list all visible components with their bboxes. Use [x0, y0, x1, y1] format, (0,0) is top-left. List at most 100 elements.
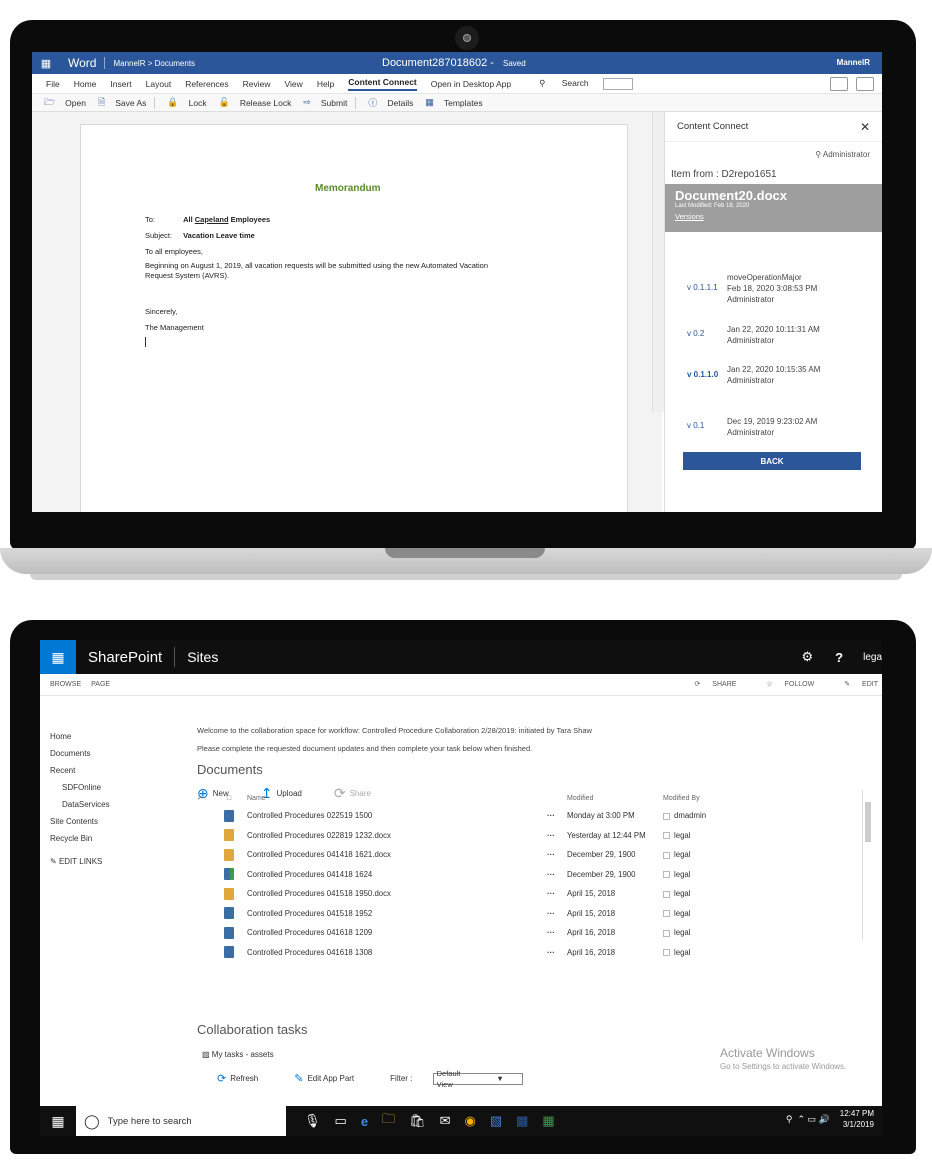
modified-by-name[interactable]: dmadmin: [674, 811, 706, 820]
table-row[interactable]: Controlled Procedures 041518 1950.docx ··…: [197, 884, 877, 904]
modified-by-name[interactable]: legal: [674, 889, 690, 898]
editing-mode-dropdown[interactable]: [602, 77, 633, 90]
release-lock-button[interactable]: 🔓 Release Lock: [213, 97, 292, 108]
open-button[interactable]: 🗁 Open: [38, 95, 86, 111]
ellipsis-menu-icon[interactable]: ···: [547, 870, 567, 879]
spreadsheet-icon[interactable]: ▦: [542, 1113, 554, 1129]
ellipsis-menu-icon[interactable]: ···: [547, 850, 567, 859]
modified-by-name[interactable]: legal: [674, 909, 690, 918]
column-modified[interactable]: Modified: [567, 795, 663, 802]
edge-icon[interactable]: e: [361, 1114, 368, 1129]
edit-app-part-button[interactable]: ✎ Edit App Part: [294, 1072, 372, 1085]
document-title[interactable]: Document287018602 - Saved: [382, 57, 526, 69]
back-button[interactable]: BACK: [683, 452, 861, 470]
tab-file[interactable]: File: [46, 79, 60, 89]
close-icon[interactable]: ✕: [860, 120, 870, 134]
share-icon[interactable]: [830, 77, 848, 91]
tab-layout[interactable]: Layout: [146, 79, 172, 89]
nav-recycle-bin[interactable]: Recycle Bin: [50, 834, 110, 843]
documents-heading[interactable]: Documents: [197, 762, 877, 777]
column-modified-by[interactable]: Modified By: [663, 795, 753, 802]
document-name-link[interactable]: Controlled Procedures 041618 1209: [247, 928, 547, 937]
task-view-icon[interactable]: ▭: [335, 1113, 347, 1129]
clock[interactable]: 12:47 PM 3/1/2019: [840, 1108, 874, 1130]
volume-icon[interactable]: 🔊: [819, 1114, 830, 1125]
store-icon[interactable]: 🛍: [409, 1113, 426, 1129]
list-scrollbar[interactable]: [862, 790, 872, 940]
document-name-link[interactable]: Controlled Procedures 022519 1500: [247, 811, 547, 820]
table-row[interactable]: Controlled Procedures 022819 1232.docx ··…: [197, 826, 877, 846]
modified-by-name[interactable]: legal: [674, 831, 690, 840]
versions-link[interactable]: Versions: [675, 212, 872, 221]
modified-by-name[interactable]: legal: [674, 928, 690, 937]
tab-view[interactable]: View: [285, 79, 303, 89]
version-label[interactable]: v 0.1.1.0: [687, 364, 727, 386]
microphone-icon[interactable]: 🎙: [304, 1113, 321, 1129]
taskbar-search[interactable]: ◯ Type here to search: [76, 1106, 286, 1136]
windows-start-icon[interactable]: ▦: [40, 1113, 76, 1130]
ellipsis-menu-icon[interactable]: ···: [547, 831, 567, 840]
tab-help[interactable]: Help: [317, 79, 334, 89]
chevron-up-icon[interactable]: ⌃: [797, 1114, 805, 1125]
network-icon[interactable]: ▭: [808, 1114, 817, 1125]
document-name-link[interactable]: Controlled Procedures 022819 1232.docx: [247, 831, 547, 840]
ellipsis-menu-icon[interactable]: ···: [547, 928, 567, 937]
search-box[interactable]: ⚲ Search: [525, 78, 589, 89]
document-scrollbar[interactable]: [652, 112, 664, 412]
document-name-link[interactable]: Controlled Procedures 041618 1308: [247, 948, 547, 957]
edit-action[interactable]: ✎ EDIT: [834, 680, 878, 688]
chrome-icon[interactable]: ◉: [464, 1113, 475, 1129]
table-row[interactable]: Controlled Procedures 041518 1952 ··· Apri…: [197, 904, 877, 924]
document-page[interactable]: Memorandum To: All Capeland Employees Su…: [80, 124, 628, 512]
version-entry[interactable]: v 0.1.1.0 Jan 22, 2020 10:15:35 AM Admin…: [687, 364, 820, 386]
column-name[interactable]: Name: [247, 795, 547, 802]
document-name-link[interactable]: Controlled Procedures 041418 1624: [247, 870, 547, 879]
nav-site-contents[interactable]: Site Contents: [50, 817, 110, 826]
nav-dataservices[interactable]: DataServices: [62, 800, 110, 809]
document-name[interactable]: Document287018602: [382, 57, 487, 69]
table-row[interactable]: Controlled Procedures 041418 1624 ··· Dece…: [197, 865, 877, 885]
lock-button[interactable]: 🔒 Lock: [161, 97, 206, 108]
nav-documents[interactable]: Documents: [50, 749, 110, 758]
version-label[interactable]: v 0.1: [687, 416, 727, 438]
document-name-link[interactable]: Controlled Procedures 041518 1952: [247, 909, 547, 918]
submit-button[interactable]: ⇨ Submit: [297, 97, 347, 108]
version-entry[interactable]: v 0.2 Jan 22, 2020 10:11:31 AM Administr…: [687, 324, 820, 346]
sharepoint-brand[interactable]: SharePoint: [88, 649, 162, 666]
follow-action[interactable]: ☆ FOLLOW: [756, 680, 814, 688]
tab-content-connect[interactable]: Content Connect: [348, 77, 417, 91]
document-name-link[interactable]: Controlled Procedures 041418 1621.docx: [247, 850, 547, 859]
app-launcher-icon[interactable]: ▦: [40, 640, 76, 674]
people-icon[interactable]: ⚲: [786, 1114, 793, 1125]
edit-links[interactable]: ✎ EDIT LINKS: [50, 857, 110, 866]
user-name[interactable]: MannelR: [837, 58, 870, 67]
tab-page[interactable]: PAGE: [91, 681, 110, 688]
table-row[interactable]: Controlled Procedures 022519 1500 ··· Mond…: [197, 806, 877, 826]
ellipsis-menu-icon[interactable]: ···: [547, 909, 567, 918]
file-explorer-icon[interactable]: 🗀: [382, 1110, 395, 1132]
help-icon[interactable]: ?: [835, 650, 843, 665]
filter-select[interactable]: Default View ▼: [432, 1069, 523, 1089]
modified-by-name[interactable]: legal: [674, 850, 690, 859]
modified-by-name[interactable]: legal: [674, 948, 690, 957]
save-as-button[interactable]: 🗎 Save As: [92, 95, 146, 111]
nav-home[interactable]: Home: [50, 732, 110, 741]
details-button[interactable]: ⓘ Details: [362, 96, 413, 109]
tab-open-desktop[interactable]: Open in Desktop App: [431, 79, 511, 89]
notepad-icon[interactable]: ▧: [490, 1113, 502, 1129]
share-action[interactable]: ⟳ SHARE: [684, 680, 736, 688]
user-name[interactable]: lega: [863, 652, 882, 663]
tab-insert[interactable]: Insert: [110, 79, 131, 89]
version-entry[interactable]: v 0.1.1.1 moveOperationMajor Feb 18, 202…: [687, 272, 817, 305]
templates-button[interactable]: ▦ Templates: [419, 97, 482, 108]
nav-sdfonline[interactable]: SDFOnline: [62, 783, 110, 792]
version-label[interactable]: v 0.2: [687, 324, 727, 346]
modified-by-name[interactable]: legal: [674, 870, 690, 879]
table-row[interactable]: Controlled Procedures 041418 1621.docx ··…: [197, 845, 877, 865]
gear-icon[interactable]: ⚙: [801, 649, 813, 665]
scrollbar-thumb[interactable]: [865, 802, 871, 842]
table-row[interactable]: Controlled Procedures 041618 1209 ··· Apri…: [197, 923, 877, 943]
mail-icon[interactable]: ✉: [440, 1113, 451, 1129]
ellipsis-menu-icon[interactable]: ···: [547, 889, 567, 898]
breadcrumb[interactable]: MannelR > Documents: [113, 59, 195, 68]
